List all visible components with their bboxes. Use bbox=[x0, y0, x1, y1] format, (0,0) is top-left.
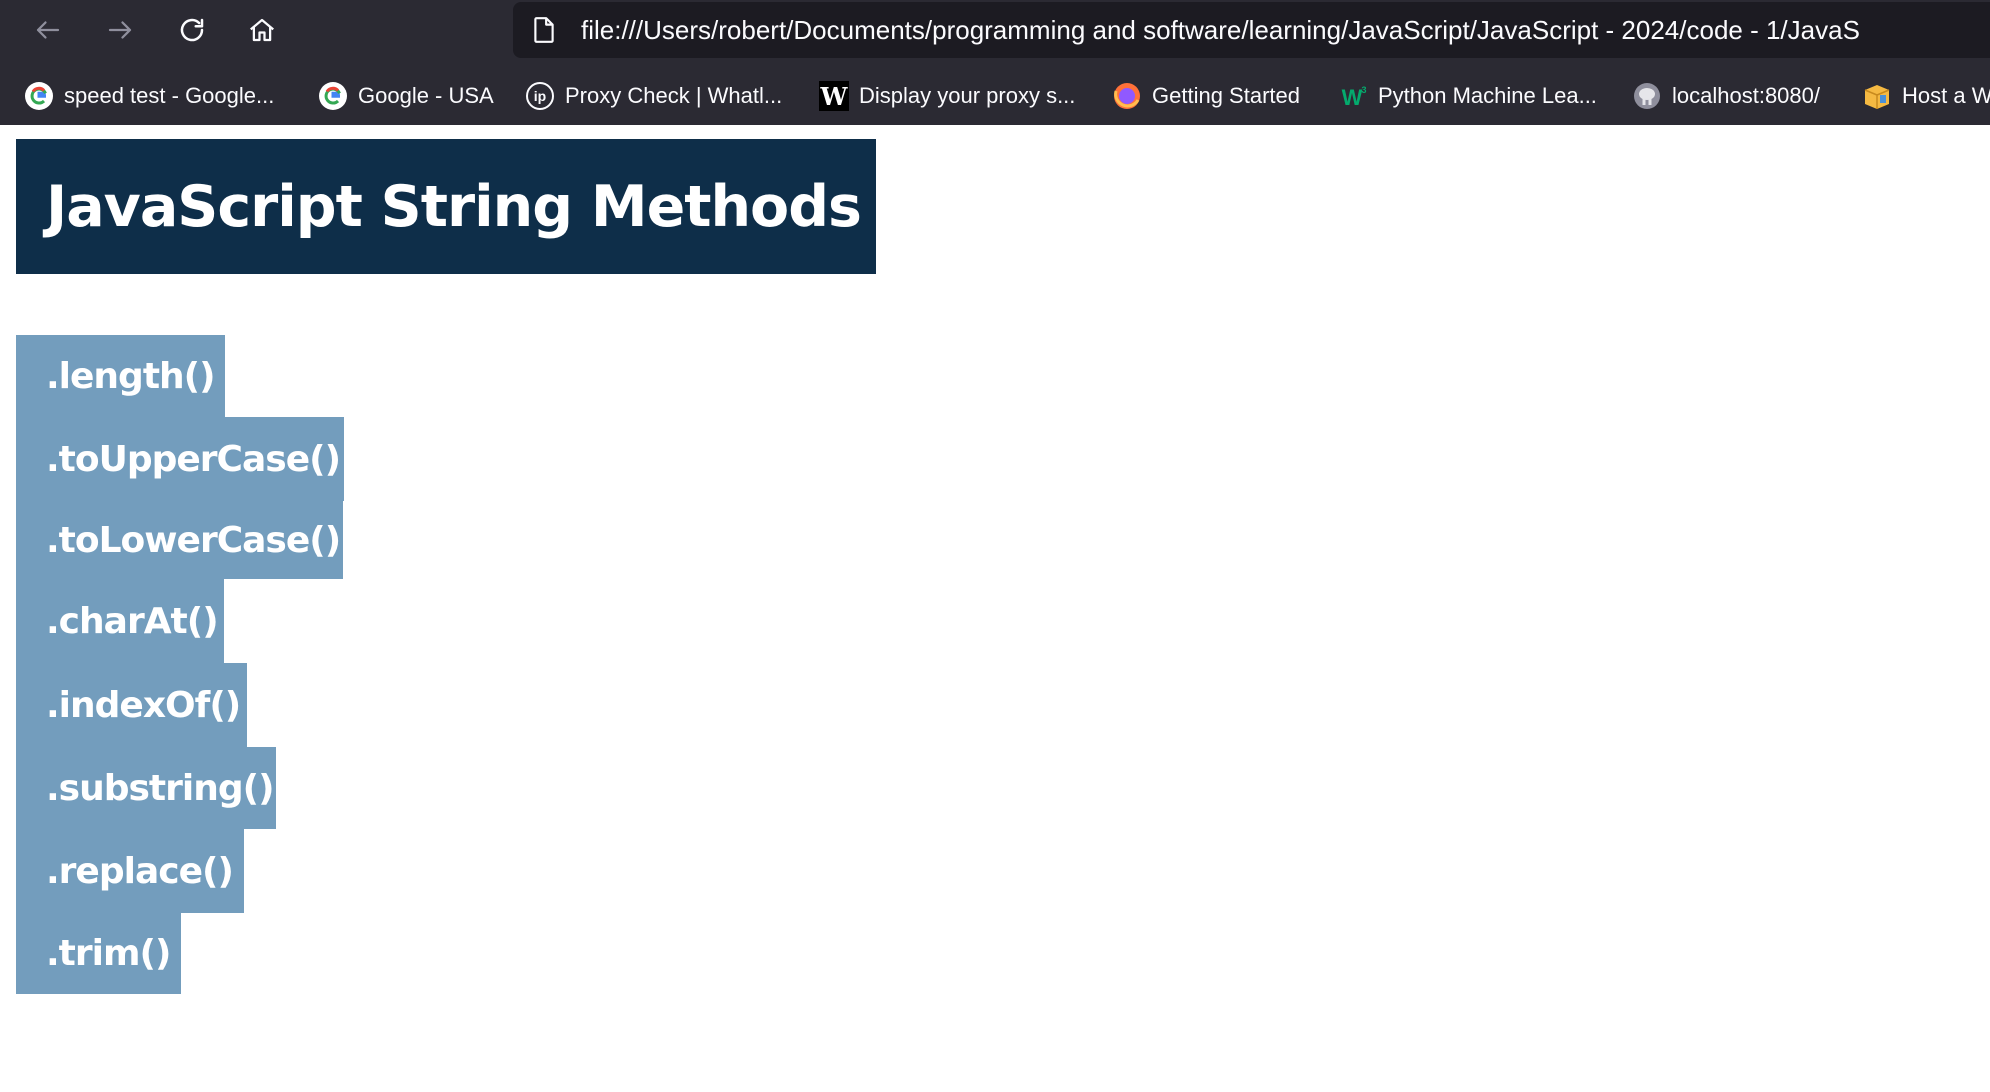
firefox-icon bbox=[1112, 81, 1142, 111]
method-label: .charAt() bbox=[46, 600, 219, 642]
bookmark-label: localhost:8080/ bbox=[1672, 83, 1820, 108]
home-icon bbox=[250, 18, 274, 42]
bookmark-label: Host a W bbox=[1902, 83, 1990, 108]
method-item-touppercase: .toUpperCase() bbox=[16, 417, 344, 501]
back-button[interactable] bbox=[26, 8, 70, 52]
page-icon bbox=[534, 17, 554, 43]
arrow-left-icon bbox=[36, 21, 60, 39]
bookmark-display-proxy[interactable]: W Display your proxy s... bbox=[819, 74, 1075, 118]
method-label: .replace() bbox=[46, 850, 234, 892]
method-item-length: .length() bbox=[16, 335, 225, 417]
method-label: .indexOf() bbox=[46, 684, 241, 726]
bookmark-localhost[interactable]: localhost:8080/ bbox=[1632, 74, 1820, 118]
method-label: .length() bbox=[46, 355, 216, 397]
method-item-replace: .replace() bbox=[16, 829, 244, 913]
box-icon bbox=[1862, 81, 1892, 111]
page-header: JavaScript String Methods bbox=[16, 139, 876, 274]
w-icon: W bbox=[819, 81, 849, 111]
bookmark-label: Proxy Check | Whatl... bbox=[565, 83, 783, 108]
method-item-substring: .substring() bbox=[16, 747, 276, 829]
bookmark-python-ml[interactable]: W 3 Python Machine Lea... bbox=[1338, 74, 1597, 118]
method-label: .trim() bbox=[46, 933, 171, 974]
ip-icon: ip bbox=[525, 81, 555, 111]
reload-button[interactable] bbox=[170, 8, 214, 52]
bookmarks-toolbar: speed test - Google... Google - USA ip P… bbox=[0, 74, 1990, 118]
bookmark-label: Python Machine Lea... bbox=[1378, 83, 1597, 108]
home-button[interactable] bbox=[240, 8, 284, 52]
reload-icon bbox=[180, 18, 204, 42]
google-icon bbox=[318, 81, 348, 111]
svg-text:W: W bbox=[1342, 85, 1363, 110]
method-item-indexof: .indexOf() bbox=[16, 663, 247, 747]
address-bar[interactable]: file:///Users/robert/Documents/programmi… bbox=[513, 2, 1990, 58]
bookmark-speed-test[interactable]: speed test - Google... bbox=[24, 74, 274, 118]
page-content: JavaScript String Methods .length() .toU… bbox=[0, 125, 1990, 1092]
bookmark-label: Getting Started bbox=[1152, 83, 1300, 108]
bookmark-getting-started[interactable]: Getting Started bbox=[1112, 74, 1300, 118]
method-label: .substring() bbox=[46, 767, 275, 809]
elephant-icon bbox=[1632, 81, 1662, 111]
bookmark-host-a-w[interactable]: Host a W bbox=[1862, 74, 1990, 118]
browser-chrome: file:///Users/robert/Documents/programmi… bbox=[0, 0, 1990, 125]
svg-text:W: W bbox=[820, 82, 849, 111]
method-label: .toUpperCase() bbox=[46, 438, 341, 480]
method-label: .toLowerCase() bbox=[46, 519, 341, 561]
bookmark-proxy-check[interactable]: ip Proxy Check | Whatl... bbox=[525, 74, 782, 118]
svg-text:ip: ip bbox=[534, 88, 546, 104]
forward-button[interactable] bbox=[98, 8, 142, 52]
method-item-trim: .trim() bbox=[16, 913, 181, 994]
page-title: JavaScript String Methods bbox=[46, 173, 862, 240]
method-item-charat: .charAt() bbox=[16, 579, 224, 663]
bookmark-label: Display your proxy s... bbox=[859, 83, 1076, 108]
arrow-right-icon bbox=[108, 21, 132, 39]
bookmark-label: Google - USA bbox=[358, 83, 494, 108]
bookmark-google-usa[interactable]: Google - USA bbox=[318, 74, 494, 118]
svg-text:3: 3 bbox=[1361, 85, 1366, 95]
google-icon bbox=[24, 81, 54, 111]
address-text: file:///Users/robert/Documents/programmi… bbox=[581, 15, 1860, 45]
bookmark-label: speed test - Google... bbox=[64, 83, 275, 108]
browser-toolbar: file:///Users/robert/Documents/programmi… bbox=[0, 0, 1990, 60]
method-item-tolowercase: .toLowerCase() bbox=[16, 501, 343, 579]
w3-icon: W 3 bbox=[1338, 81, 1368, 111]
